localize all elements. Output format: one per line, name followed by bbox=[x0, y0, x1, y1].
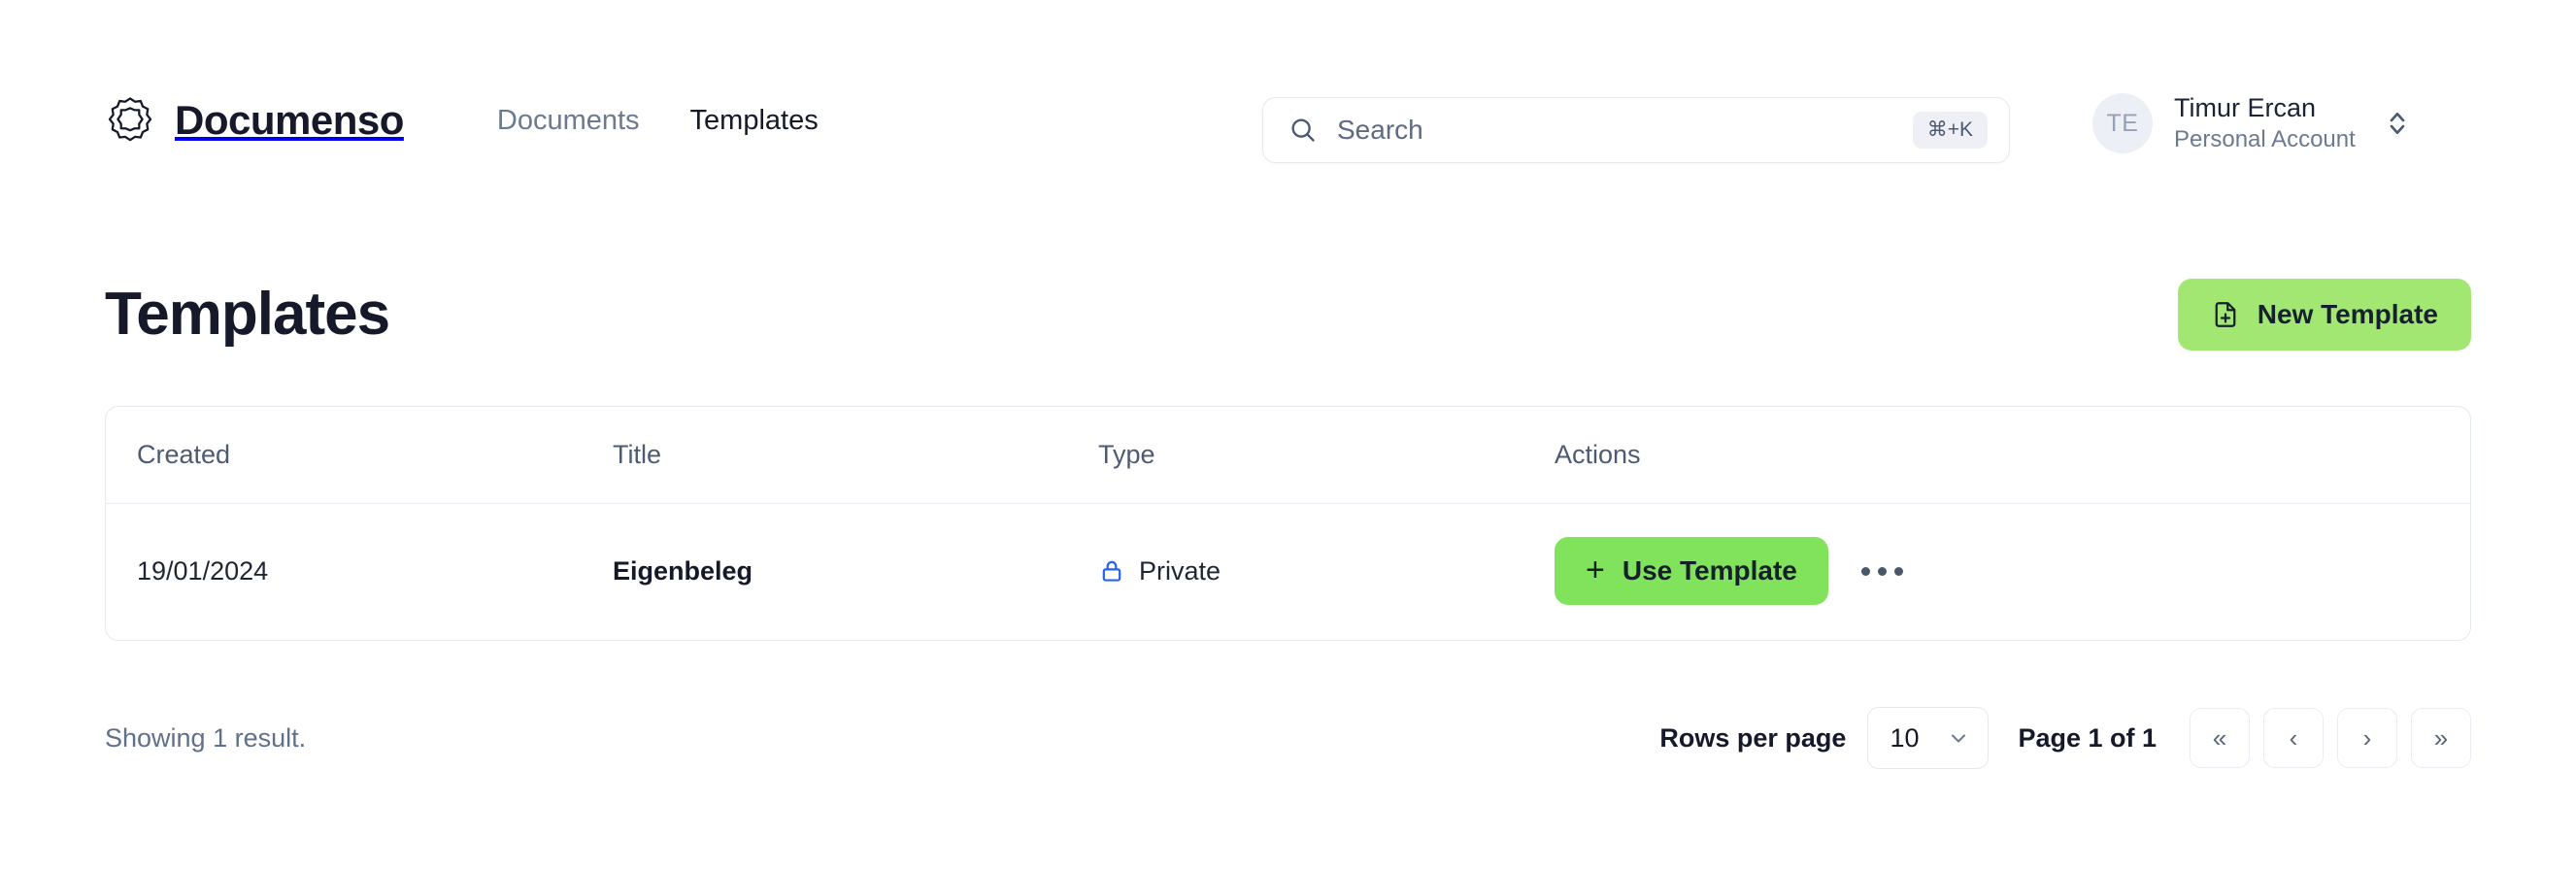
column-header-actions: Actions bbox=[1555, 442, 2439, 468]
main-navigation: Documents Templates bbox=[497, 107, 819, 135]
ellipsis-icon bbox=[1878, 567, 1887, 576]
account-text: Timur Ercan Personal Account bbox=[2174, 93, 2356, 153]
plus-icon: + bbox=[1586, 553, 1605, 586]
account-switcher[interactable]: TE Timur Ercan Personal Account bbox=[2092, 93, 2410, 153]
page-indicator: Page 1 of 1 bbox=[2018, 725, 2157, 752]
page-buttons: « ‹ › » bbox=[2190, 708, 2471, 768]
rows-per-page-value: 10 bbox=[1890, 725, 1919, 752]
ellipsis-icon bbox=[1861, 567, 1870, 576]
new-template-button[interactable]: New Template bbox=[2178, 279, 2471, 351]
use-template-button[interactable]: + Use Template bbox=[1555, 537, 1828, 605]
previous-page-button[interactable]: ‹ bbox=[2263, 708, 2324, 768]
templates-table: Created Title Type Actions 19/01/2024 Ei… bbox=[105, 406, 2471, 641]
column-header-title: Title bbox=[613, 442, 1098, 468]
ellipsis-icon bbox=[1894, 567, 1903, 576]
use-template-label: Use Template bbox=[1623, 555, 1797, 586]
cell-actions: + Use Template bbox=[1555, 537, 2439, 605]
page-title-row: Templates New Template bbox=[105, 270, 2471, 359]
table-header-row: Created Title Type Actions bbox=[106, 407, 2470, 504]
created-date: 19/01/2024 bbox=[137, 556, 268, 586]
account-role: Personal Account bbox=[2174, 126, 2356, 153]
column-header-type: Type bbox=[1098, 442, 1555, 468]
rows-per-page-label: Rows per page bbox=[1659, 725, 1846, 752]
app-header: Documenso Documents Templates Search ⌘+K… bbox=[0, 0, 2576, 223]
chevron-down-icon bbox=[1947, 726, 1970, 750]
search-shortcut-badge: ⌘+K bbox=[1913, 112, 1988, 149]
type-label: Private bbox=[1139, 558, 1221, 585]
brand-name: Documenso bbox=[175, 100, 404, 141]
page-title: Templates bbox=[105, 285, 389, 345]
documenso-seal-icon bbox=[105, 95, 155, 146]
search-input[interactable]: Search bbox=[1337, 117, 1913, 144]
first-page-button[interactable]: « bbox=[2190, 708, 2250, 768]
next-page-button[interactable]: › bbox=[2337, 708, 2397, 768]
cell-type: Private bbox=[1098, 557, 1555, 585]
account-name: Timur Ercan bbox=[2174, 93, 2356, 123]
brand-logo-link[interactable]: Documenso bbox=[105, 95, 404, 146]
results-count: Showing 1 result. bbox=[105, 725, 306, 752]
chevron-up-down-icon bbox=[2385, 106, 2410, 141]
row-more-menu-button[interactable] bbox=[1848, 555, 1917, 587]
lock-icon bbox=[1098, 557, 1125, 585]
table-footer: Showing 1 result. Rows per page 10 Page … bbox=[105, 699, 2471, 777]
template-title: Eigenbeleg bbox=[613, 556, 753, 586]
last-page-button[interactable]: » bbox=[2411, 708, 2471, 768]
pagination-controls: Rows per page 10 Page 1 of 1 « ‹ › » bbox=[1659, 707, 2471, 769]
new-template-label: New Template bbox=[2258, 299, 2438, 330]
templates-page: Documenso Documents Templates Search ⌘+K… bbox=[0, 0, 2576, 871]
table-row: 19/01/2024 Eigenbeleg Private + bbox=[106, 504, 2470, 638]
search-box[interactable]: Search ⌘+K bbox=[1262, 97, 2010, 163]
avatar: TE bbox=[2092, 93, 2153, 153]
file-plus-icon bbox=[2211, 300, 2240, 329]
nav-link-templates[interactable]: Templates bbox=[690, 107, 819, 135]
search-icon bbox=[1288, 116, 1318, 145]
cell-title: Eigenbeleg bbox=[613, 558, 1098, 585]
nav-link-documents[interactable]: Documents bbox=[497, 107, 640, 135]
type-badge: Private bbox=[1098, 557, 1555, 585]
column-header-created: Created bbox=[137, 442, 613, 468]
rows-per-page-select[interactable]: 10 bbox=[1867, 707, 1989, 769]
cell-created: 19/01/2024 bbox=[137, 558, 613, 585]
